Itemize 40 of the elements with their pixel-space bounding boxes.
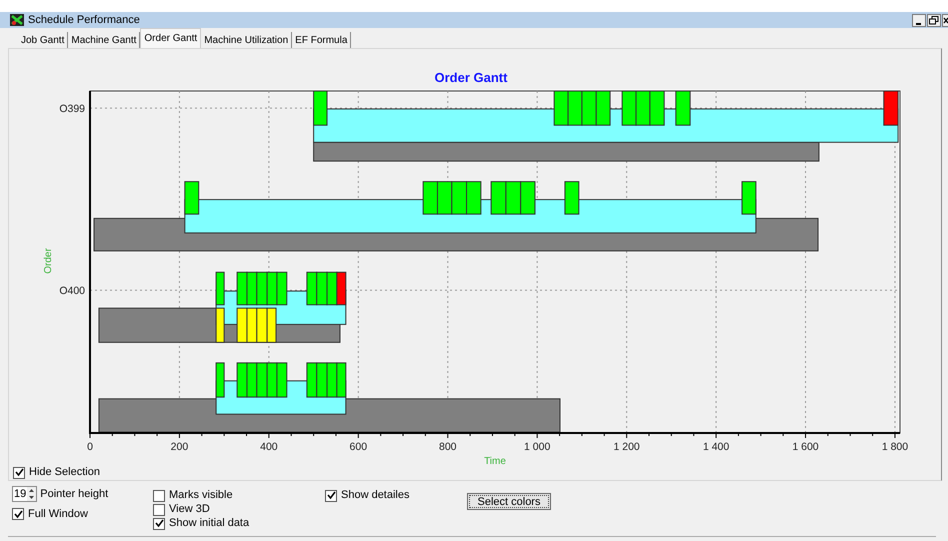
select-colors-button[interactable]: Select colors [467, 493, 551, 510]
x-tick-label: 1 800 [882, 441, 908, 453]
y-tick-label: O399 [59, 103, 85, 116]
x-tick-label: 1 600 [792, 441, 819, 453]
y-tick-label: O400 [59, 285, 85, 298]
chart-title: Order Gantt [434, 70, 508, 85]
pointer-height-spinner[interactable]: 19 [12, 486, 38, 502]
x-tick-label: 1 000 [524, 441, 550, 453]
spin-arrows-icon [27, 487, 36, 502]
checkbox[interactable] [325, 490, 337, 502]
checkbox-label: Marks visible [169, 489, 233, 502]
checkmark-icon [326, 491, 336, 500]
x-tick-label: 800 [439, 441, 457, 453]
pointer-height-label: Pointer height [40, 487, 108, 502]
checkbox-label: Full Window [28, 508, 88, 520]
checkbox-label: Hide Selection [29, 466, 100, 479]
x-tick-label: 400 [260, 441, 278, 453]
checkmark-icon [14, 510, 22, 518]
checkbox-label: Show detailes [341, 489, 410, 502]
x-tick-label: 200 [170, 441, 188, 453]
x-axis-label: Time [484, 456, 506, 466]
checkbox-label: Show initial data [169, 517, 250, 530]
checkmark-icon [14, 468, 24, 477]
x-tick-label: 0 [87, 441, 93, 453]
checkbox[interactable] [12, 508, 24, 520]
checkmark-icon [154, 519, 164, 528]
checkbox[interactable] [153, 504, 165, 516]
minimize-icon[interactable] [912, 14, 926, 26]
checkbox[interactable] [153, 490, 165, 502]
checkbox[interactable] [13, 466, 25, 478]
close-icon[interactable] [942, 14, 948, 26]
checkbox[interactable] [153, 518, 165, 530]
tab[interactable]: Order Gantt [140, 28, 202, 48]
app-icon [10, 14, 24, 26]
checkbox-label: View 3D [169, 503, 210, 516]
x-tick-label: 600 [350, 441, 368, 453]
window-title: Schedule Performance [28, 12, 140, 28]
x-tick-label: 1 200 [614, 441, 640, 453]
x-tick-label: 1 400 [702, 441, 730, 453]
y-axis-label: Order [43, 248, 54, 274]
